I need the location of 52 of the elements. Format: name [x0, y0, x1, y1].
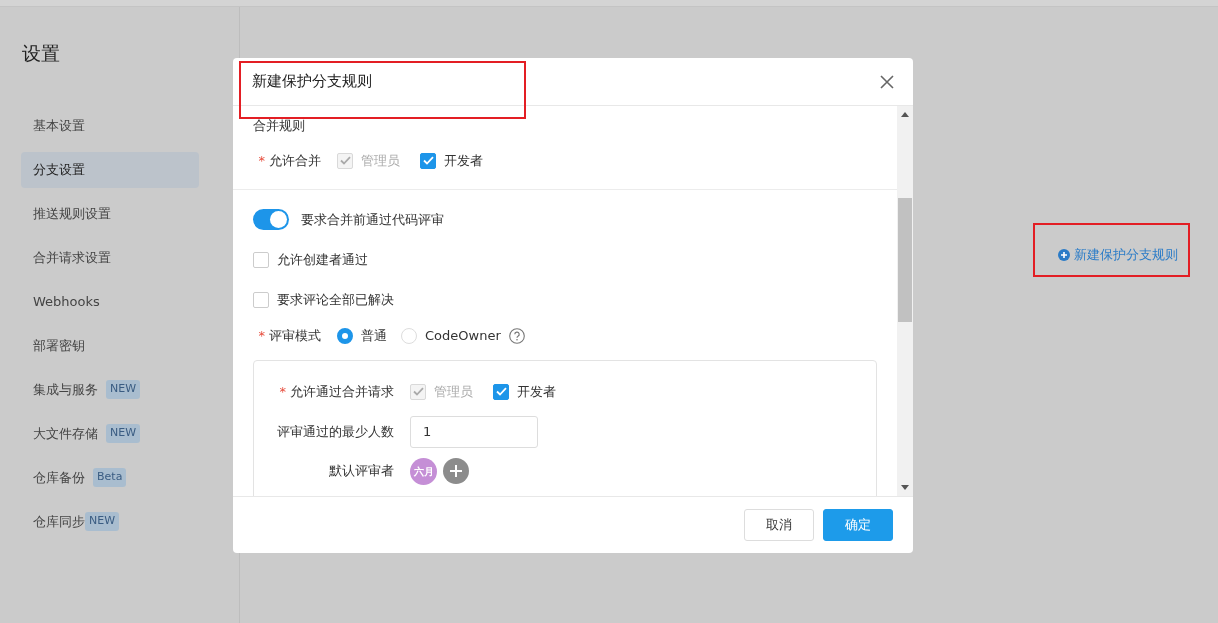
sidebar-item[interactable]: 部署密钥 [21, 327, 199, 364]
field-label: 允许通过合并请求 [290, 383, 394, 399]
checkbox-label: 管理员 [434, 382, 473, 401]
checkbox[interactable] [493, 383, 509, 400]
sidebar-badge: NEW [106, 380, 141, 399]
radio-label: CodeOwner [425, 326, 501, 345]
sidebar-badge: Beta [93, 468, 127, 487]
sidebar-item[interactable]: 基本设置 [21, 107, 199, 144]
required-mark: * [258, 152, 265, 168]
sidebar-item[interactable]: 仓库同步 NEW [21, 503, 199, 540]
number-field[interactable]: 1 [410, 415, 538, 448]
cancel-button[interactable]: 取消 [744, 509, 814, 541]
field-label: 评审通过的最少人数 [277, 423, 394, 439]
add-icon [1058, 248, 1070, 261]
required-mark: * [258, 327, 265, 343]
sidebar-item[interactable]: 大文件存储 NEW [21, 415, 199, 452]
checkbox-label: 开发者 [517, 382, 556, 401]
sidebar-item-label: 仓库同步 [33, 512, 85, 531]
field-label: 默认评审者 [329, 463, 394, 479]
sidebar-badge: NEW [106, 424, 141, 443]
checkbox-label: 管理员 [361, 151, 400, 170]
radio-label: 普通 [361, 326, 387, 345]
checkbox-label: 开发者 [444, 151, 483, 170]
scrollbar[interactable] [897, 106, 913, 496]
field-label: 评审模式 [269, 327, 321, 343]
checkbox[interactable] [253, 291, 269, 308]
sidebar-item[interactable]: 仓库备份 Beta [21, 459, 199, 496]
toggle-label: 要求合并前通过代码评审 [301, 210, 444, 229]
radio-button[interactable] [337, 327, 353, 344]
sidebar-item[interactable]: 分支设置 [21, 151, 199, 188]
add-reviewer-button[interactable] [443, 458, 469, 484]
section-title: 合并规则 [253, 117, 306, 135]
checkbox-label: 允许创建者通过 [277, 250, 368, 269]
sidebar-item[interactable]: 合并请求设置 [21, 239, 199, 276]
sidebar-item-label: 仓库备份 [33, 468, 85, 487]
toggle-switch[interactable] [253, 209, 289, 230]
sidebar-item[interactable]: 集成与服务 NEW [21, 371, 199, 408]
plus-icon [449, 464, 463, 478]
dialog-title: 新建保护分支规则 [252, 71, 372, 93]
sidebar-badge: NEW [85, 512, 120, 531]
checkbox[interactable] [420, 152, 436, 169]
checkbox[interactable] [253, 251, 269, 268]
sidebar-item-label: 集成与服务 [33, 380, 98, 399]
sidebar-item[interactable]: Webhooks [21, 283, 199, 320]
help-icon[interactable] [508, 327, 525, 344]
sidebar-item[interactable]: 推送规则设置 [21, 195, 199, 232]
checkbox-label: 要求评论全部已解决 [277, 290, 394, 309]
field-label: 允许合并 [269, 152, 321, 168]
close-button[interactable] [879, 73, 895, 90]
required-mark: * [279, 383, 286, 399]
sidebar-item-label: 大文件存储 [33, 424, 98, 443]
page-title: 设置 [22, 41, 61, 66]
